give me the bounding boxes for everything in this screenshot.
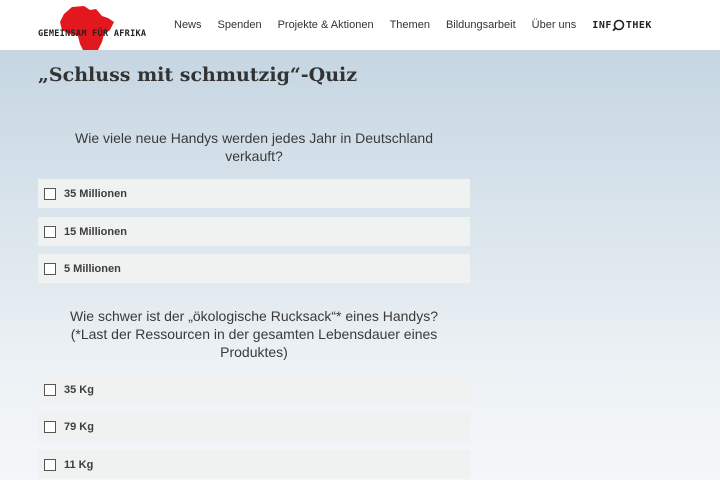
question-1-line-2: verkauft? [225, 148, 283, 164]
question-2-line-1: Wie schwer ist der „ökologische Rucksack… [69, 308, 439, 324]
checkbox[interactable] [44, 225, 56, 238]
nav-item-infothek[interactable]: INF THEK [592, 19, 652, 31]
infothek-text-end: THEK [625, 19, 652, 31]
question-1-line-1: Wie viele neue Handys werden jedes Jahr … [75, 130, 433, 146]
answer-label: 11 Kg [64, 458, 94, 471]
site-header: GEMEINSAM FÜR AFRIKA News Spenden Projek… [0, 0, 720, 61]
answer-option[interactable]: 35 Millionen [38, 179, 470, 208]
logo-text: GEMEINSAM FÜR AFRIKA [38, 29, 147, 39]
answer-option[interactable]: 35 Kg [38, 375, 470, 404]
infothek-text-start: INF [592, 19, 612, 31]
answer-label: 35 Kg [64, 383, 94, 396]
nav-item-bildungsarbeit[interactable]: Bildungsarbeit [446, 19, 516, 31]
nav-item-themen[interactable]: Themen [390, 19, 430, 31]
checkbox[interactable] [44, 420, 56, 433]
page-title: „Schluss mit schmutzig“-Quiz [38, 64, 358, 86]
nav-item-ueber-uns[interactable]: Über uns [532, 19, 577, 31]
question-2-line-3: Produktes) [220, 344, 288, 360]
magnifier-icon [612, 19, 625, 31]
question-2: Wie schwer ist der „ökologische Rucksack… [38, 307, 470, 361]
checkbox[interactable] [44, 187, 56, 200]
checkbox[interactable] [44, 383, 56, 396]
main-nav: News Spenden Projekte & Aktionen Themen … [174, 0, 652, 50]
checkbox[interactable] [44, 458, 56, 471]
answer-option[interactable]: 11 Kg [38, 450, 470, 479]
answer-label: 79 Kg [64, 420, 94, 433]
answer-option[interactable]: 15 Millionen [38, 217, 470, 246]
answer-option[interactable]: 5 Millionen [38, 254, 470, 283]
nav-item-spenden[interactable]: Spenden [218, 19, 262, 31]
question-1: Wie viele neue Handys werden jedes Jahr … [38, 129, 470, 165]
quiz-content: „Schluss mit schmutzig“-Quiz Wie viele n… [0, 50, 720, 480]
answer-option[interactable]: 79 Kg [38, 412, 470, 441]
checkbox[interactable] [44, 262, 56, 275]
nav-item-news[interactable]: News [174, 19, 202, 31]
nav-item-projekte-aktionen[interactable]: Projekte & Aktionen [278, 19, 374, 31]
answer-label: 35 Millionen [64, 187, 127, 200]
answer-label: 5 Millionen [64, 262, 121, 275]
answer-label: 15 Millionen [64, 225, 127, 238]
question-2-line-2: (*Last der Ressourcen in der gesamten Le… [70, 326, 438, 342]
